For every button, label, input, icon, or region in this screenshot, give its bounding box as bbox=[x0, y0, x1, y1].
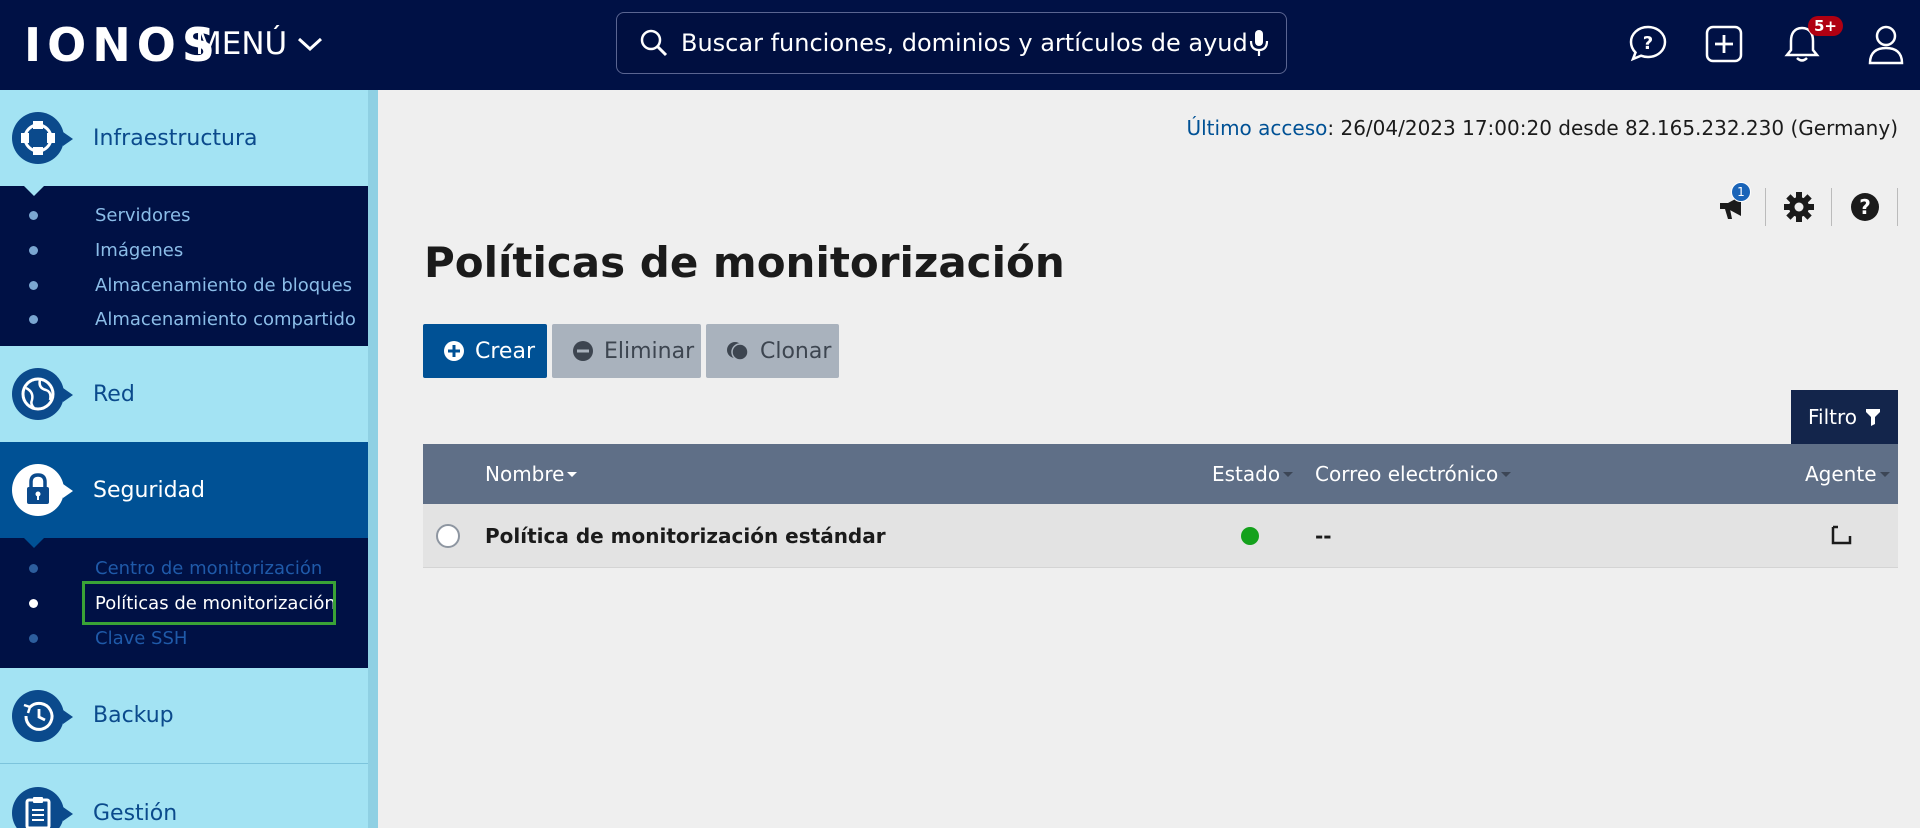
sidebar-item-images[interactable]: Imágenes bbox=[0, 233, 378, 267]
sidebar-item-monitoring-center[interactable]: Centro de monitorización bbox=[0, 551, 378, 585]
delete-button[interactable]: Eliminar bbox=[552, 324, 701, 378]
column-header-name[interactable]: Nombre bbox=[485, 444, 578, 504]
sidebar-category-backup[interactable]: Backup bbox=[0, 668, 368, 764]
main-menu-button[interactable]: MENÚ bbox=[195, 22, 323, 66]
sidebar-category-label: Infraestructura bbox=[93, 125, 258, 151]
lock-icon bbox=[12, 464, 73, 516]
funnel-icon bbox=[1866, 409, 1881, 426]
filter-button[interactable]: Filtro bbox=[1791, 390, 1898, 444]
filter-button-label: Filtro bbox=[1807, 405, 1858, 429]
sidebar-item-block-storage[interactable]: Almacenamiento de bloques bbox=[0, 268, 378, 302]
announcements-megaphone-icon[interactable]: 1 bbox=[1700, 182, 1766, 226]
sidebar: Infraestructura Servidores Imágenes Alma… bbox=[0, 90, 378, 828]
sidebar-category-management[interactable]: Gestión bbox=[0, 765, 368, 828]
add-plus-icon[interactable] bbox=[1702, 22, 1746, 66]
status-ok-indicator bbox=[1241, 527, 1259, 545]
help-chat-icon[interactable]: ? bbox=[1626, 22, 1670, 66]
sidebar-item-ssh-key[interactable]: Clave SSH bbox=[0, 621, 378, 655]
clone-button-label: Clonar bbox=[760, 338, 832, 364]
clipboard-icon bbox=[12, 787, 73, 828]
sidebar-scrollbar[interactable] bbox=[368, 90, 378, 828]
sort-caret-icon bbox=[1283, 471, 1294, 477]
svg-text:?: ? bbox=[1859, 195, 1871, 219]
sidebar-item-shared-storage[interactable]: Almacenamiento compartido bbox=[0, 302, 378, 336]
policy-name[interactable]: Política de monitorización estándar bbox=[485, 504, 886, 568]
create-button-label: Crear bbox=[475, 338, 535, 364]
search-bar bbox=[616, 12, 1287, 74]
create-button[interactable]: Crear bbox=[423, 324, 547, 378]
table-header: Nombre Estado Correo electrónico Agente bbox=[423, 444, 1898, 504]
sidebar-category-network[interactable]: Red bbox=[0, 346, 368, 442]
infrastructure-submenu: Servidores Imágenes Almacenamiento de bl… bbox=[0, 186, 378, 346]
infrastructure-icon bbox=[12, 112, 73, 164]
sidebar-category-infrastructure[interactable]: Infraestructura bbox=[0, 90, 368, 186]
email-cell: -- bbox=[1315, 524, 1332, 548]
sort-caret-icon bbox=[1879, 471, 1890, 477]
menu-label: MENÚ bbox=[195, 26, 288, 62]
policies-table: Nombre Estado Correo electrónico Agente … bbox=[423, 444, 1898, 568]
delete-button-label: Eliminar bbox=[604, 338, 695, 364]
column-header-email[interactable]: Correo electrónico bbox=[1315, 444, 1512, 504]
page-title: Políticas de monitorización bbox=[424, 238, 1065, 287]
clone-button[interactable]: Clonar bbox=[706, 324, 839, 378]
search-input[interactable] bbox=[681, 29, 1248, 57]
clone-icon bbox=[726, 340, 750, 362]
search-icon[interactable] bbox=[639, 28, 669, 58]
network-globe-icon bbox=[12, 368, 73, 420]
column-header-status[interactable]: Estado bbox=[1212, 444, 1294, 504]
help-question-icon[interactable]: ? bbox=[1832, 188, 1898, 226]
sidebar-category-security[interactable]: Seguridad bbox=[0, 442, 368, 538]
row-select-radio[interactable] bbox=[436, 524, 460, 548]
sidebar-item-servers[interactable]: Servidores bbox=[0, 198, 378, 232]
notifications-badge: 5+ bbox=[1808, 16, 1844, 36]
selection-highlight-box bbox=[82, 581, 336, 625]
top-bar: IONOS MENÚ ? 5+ bbox=[0, 0, 1920, 90]
user-account-icon[interactable] bbox=[1864, 22, 1908, 66]
sidebar-category-label: Red bbox=[93, 381, 135, 407]
announcements-badge: 1 bbox=[1731, 182, 1751, 202]
sort-caret-icon bbox=[567, 471, 578, 477]
last-access-info: Último acceso: 26/04/2023 17:00:20 desde… bbox=[1186, 116, 1898, 140]
ionos-logo[interactable]: IONOS bbox=[24, 20, 221, 70]
sidebar-category-label: Seguridad bbox=[93, 477, 205, 503]
sidebar-category-label: Gestión bbox=[93, 800, 178, 826]
toolbar-icons: 1 ? bbox=[1700, 182, 1898, 226]
svg-text:?: ? bbox=[1643, 33, 1653, 54]
sidebar-category-label: Backup bbox=[93, 703, 174, 728]
settings-gear-icon[interactable] bbox=[1766, 188, 1832, 226]
plus-circle-icon bbox=[443, 340, 465, 362]
chevron-down-icon bbox=[298, 37, 323, 52]
status-cell bbox=[1241, 504, 1259, 568]
minus-circle-icon bbox=[572, 340, 594, 362]
last-access-value: : 26/04/2023 17:00:20 desde 82.165.232.2… bbox=[1327, 116, 1898, 140]
microphone-icon[interactable] bbox=[1248, 28, 1270, 58]
sort-caret-icon bbox=[1501, 471, 1512, 477]
backup-clock-icon bbox=[12, 689, 73, 742]
last-access-label[interactable]: Último acceso bbox=[1186, 116, 1327, 140]
main-content: Último acceso: 26/04/2023 17:00:20 desde… bbox=[378, 90, 1920, 828]
table-row[interactable]: Política de monitorización estándar -- bbox=[423, 504, 1898, 568]
agent-install-icon[interactable] bbox=[1829, 504, 1853, 568]
security-submenu: Centro de monitorización Políticas de mo… bbox=[0, 538, 378, 668]
column-header-agent[interactable]: Agente bbox=[1805, 444, 1890, 504]
